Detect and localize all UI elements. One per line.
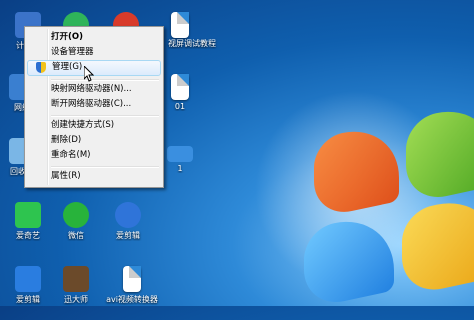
desktop-icon-01[interactable]: 01 [158, 74, 202, 111]
avi-doc-icon [123, 266, 141, 292]
menu-item-delete[interactable]: 删除(D) [27, 133, 161, 147]
iqiyi-icon [15, 202, 41, 228]
monitor-icon [167, 146, 193, 162]
desktop-icon-1[interactable]: 1 [158, 146, 202, 173]
menu-item-properties[interactable]: 属性(R) [27, 169, 161, 183]
menu-item-create-shortcut[interactable]: 创建快捷方式(S) [27, 118, 161, 132]
desktop-icon-label: 1 [177, 164, 183, 173]
desktop-icon-wechat[interactable]: 微信 [54, 202, 98, 241]
context-menu: 打开(O) 设备管理器 管理(G) 映射网络驱动器(N)... 断开网络驱动器(… [24, 26, 164, 188]
menu-item-device-manager[interactable]: 设备管理器 [27, 45, 161, 59]
menu-item-map-drive[interactable]: 映射网络驱动器(N)... [27, 82, 161, 96]
desktop-icon-video-player[interactable]: 爱剪辑 [6, 266, 50, 305]
desktop-icon-iqiyi[interactable]: 爱奇艺 [6, 202, 50, 241]
desktop-icon-label: 迅大师 [64, 295, 88, 304]
wechat-icon [63, 202, 89, 228]
desktop-icon-avi-converter[interactable]: avi视频转换器 [104, 266, 160, 305]
menu-separator [51, 166, 159, 168]
desktop-icon-label: avi视频转换器 [106, 295, 158, 304]
menu-separator [51, 115, 159, 117]
uac-shield-icon [36, 62, 46, 73]
menu-item-manage[interactable]: 管理(G) [27, 60, 161, 76]
desktop-icon-label: 爱剪辑 [16, 295, 40, 304]
desktop-icon-label: 01 [174, 102, 186, 111]
menu-item-open[interactable]: 打开(O) [27, 30, 161, 44]
desktop-icon-aijianji[interactable]: 爱剪辑 [106, 202, 150, 241]
menu-item-label: 管理(G) [52, 62, 83, 72]
desktop-icon-label: 视屏调试教程 [168, 39, 216, 48]
mouse-cursor-icon [84, 66, 94, 82]
desktop-icon-label: 爱奇艺 [16, 231, 40, 240]
game-icon [63, 266, 89, 292]
desktop-icon-tutorial[interactable]: 视屏调试教程 [162, 28, 222, 49]
aijianji-icon [115, 202, 141, 228]
video-player-icon [15, 266, 41, 292]
windows-logo-wallpaper [294, 100, 474, 320]
document-icon [171, 74, 189, 100]
menu-separator [51, 79, 159, 81]
desktop-icon-game[interactable]: 迅大师 [54, 266, 98, 305]
desktop-icon-label: 爱剪辑 [116, 231, 140, 240]
menu-item-rename[interactable]: 重命名(M) [27, 148, 161, 162]
desktop-icon-label: 微信 [68, 231, 84, 240]
menu-item-disconnect-drive[interactable]: 断开网络驱动器(C)... [27, 97, 161, 111]
